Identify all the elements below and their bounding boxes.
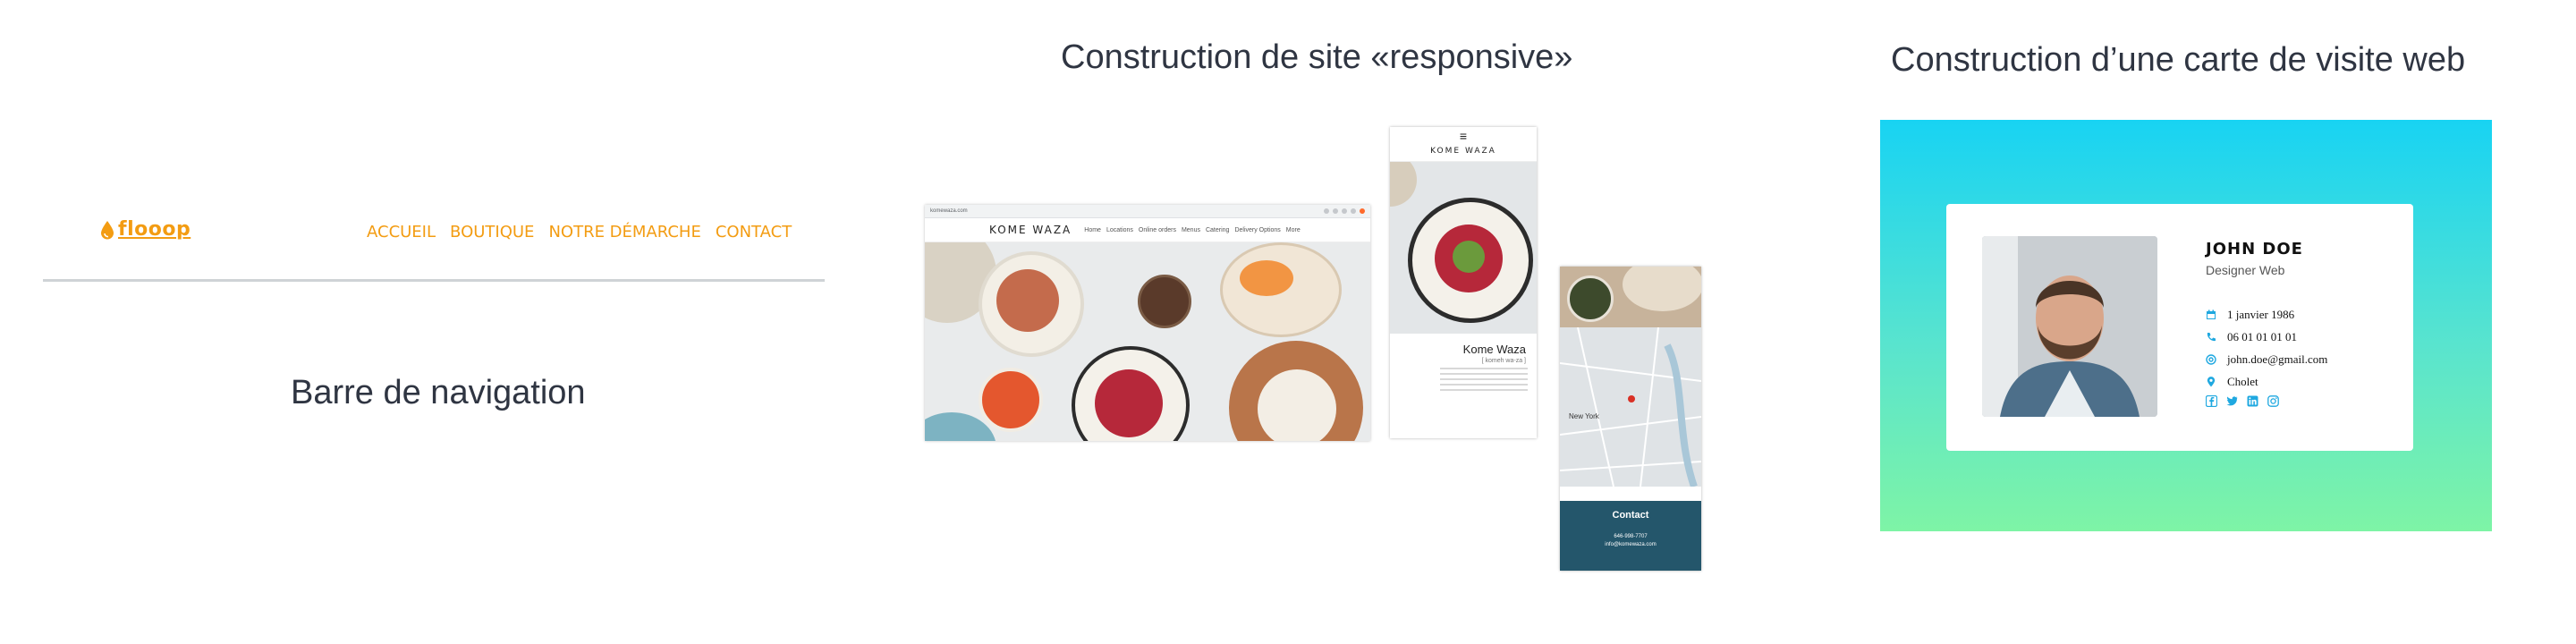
browser-toolbar-icons: [1324, 208, 1365, 214]
birthdate-text: 1 janvier 1986: [2227, 308, 2295, 321]
tablet-brand[interactable]: KOME WAZA: [1390, 143, 1537, 162]
desktop-mockup: komewaza.com KOME WAZA Home Locations On…: [925, 205, 1370, 441]
location-pin-icon: [2207, 377, 2216, 387]
contact-email[interactable]: info@komewaza.com: [1560, 541, 1701, 549]
desktop-link[interactable]: Home: [1084, 227, 1101, 233]
desktop-link[interactable]: Catering: [1206, 227, 1229, 233]
at-icon: [2206, 354, 2216, 365]
calendar-icon: [2207, 309, 2216, 319]
card-name: JOHN DOE: [2206, 240, 2303, 258]
desktop-link[interactable]: Delivery Options: [1234, 227, 1280, 233]
browser-chrome: komewaza.com: [925, 205, 1370, 218]
instagram-icon[interactable]: [2267, 395, 2279, 407]
map-pin-icon: [1628, 395, 1635, 402]
social-links: [2206, 395, 2279, 407]
tablet-hero-image: [1390, 162, 1537, 334]
info-email: john.doe@gmail.com: [2206, 352, 2327, 367]
tablet-subtitle: [ komeh wa-za ]: [1481, 358, 1526, 364]
caption-responsive: Construction de site «responsive»: [1061, 38, 1573, 76]
caption-business-card: Construction d’une carte de visite web: [1891, 41, 2466, 79]
info-phone: 06 01 01 01 01: [2206, 330, 2297, 344]
map-roads: [1560, 327, 1701, 487]
info-location: Cholet: [2206, 375, 2258, 389]
nav-divider: [43, 279, 825, 282]
nav-link-boutique[interactable]: BOUTIQUE: [450, 223, 534, 242]
text-line-placeholder: [1440, 378, 1528, 380]
desktop-link[interactable]: Locations: [1106, 227, 1133, 233]
phone-icon: [2207, 333, 2216, 342]
nav-link-accueil[interactable]: ACCUEIL: [367, 223, 436, 242]
map-label: New York: [1569, 412, 1599, 420]
desktop-brand[interactable]: KOME WAZA: [989, 224, 1072, 236]
nav-menu: ACCUEIL BOUTIQUE NOTRE DÉMARCHE CONTACT: [367, 223, 792, 242]
hamburger-icon[interactable]: ≡: [1390, 127, 1537, 143]
text-line-placeholder: [1440, 389, 1528, 391]
email-text[interactable]: john.doe@gmail.com: [2227, 352, 2327, 367]
twitter-icon[interactable]: [2226, 395, 2238, 407]
phone-contact-section: Contact 646-998-7707 info@komewaza.com: [1560, 501, 1701, 571]
drop-icon: [101, 221, 114, 240]
desktop-link[interactable]: Online orders: [1139, 227, 1176, 233]
phone-map[interactable]: New York: [1560, 327, 1701, 487]
business-card: JOHN DOE Designer Web 1 janvier 1986 06 …: [1946, 204, 2413, 451]
text-line-placeholder: [1440, 384, 1528, 386]
nav-link-contact[interactable]: CONTACT: [716, 223, 792, 242]
contact-phone[interactable]: 646-998-7707: [1560, 533, 1701, 541]
desktop-links: Home Locations Online orders Menus Cater…: [1084, 227, 1300, 233]
contact-title: Contact: [1612, 510, 1649, 521]
info-birthdate: 1 janvier 1986: [2206, 308, 2294, 322]
logo-text: flooop: [118, 218, 191, 241]
location-text: Cholet: [2227, 375, 2258, 388]
tablet-mockup: ≡ KOME WAZA Kome Waza [ komeh wa-za ]: [1390, 127, 1537, 438]
profile-photo: [1982, 236, 2157, 417]
text-line-placeholder: [1440, 373, 1528, 375]
address-bar[interactable]: komewaza.com: [930, 208, 968, 214]
phone-food-image: [1560, 267, 1701, 327]
desktop-hero-image: [925, 242, 1370, 441]
nav-link-notre-demarche[interactable]: NOTRE DÉMARCHE: [548, 223, 700, 242]
facebook-icon[interactable]: [2206, 395, 2217, 407]
phone-mockup: New York Contact 646-998-7707 info@komew…: [1560, 267, 1701, 571]
tablet-title: Kome Waza: [1462, 343, 1526, 356]
contact-details: 646-998-7707 info@komewaza.com: [1560, 521, 1701, 549]
linkedin-icon[interactable]: [2247, 395, 2258, 407]
desktop-site-nav: KOME WAZA Home Locations Online orders M…: [925, 218, 1370, 242]
desktop-link[interactable]: More: [1286, 227, 1301, 233]
phone-text[interactable]: 06 01 01 01 01: [2227, 330, 2297, 344]
desktop-link[interactable]: Menus: [1182, 227, 1200, 233]
text-line-placeholder: [1440, 368, 1528, 369]
caption-navbar: Barre de navigation: [291, 374, 586, 411]
logo[interactable]: flooop: [100, 220, 191, 240]
card-role: Designer Web: [2206, 263, 2285, 277]
